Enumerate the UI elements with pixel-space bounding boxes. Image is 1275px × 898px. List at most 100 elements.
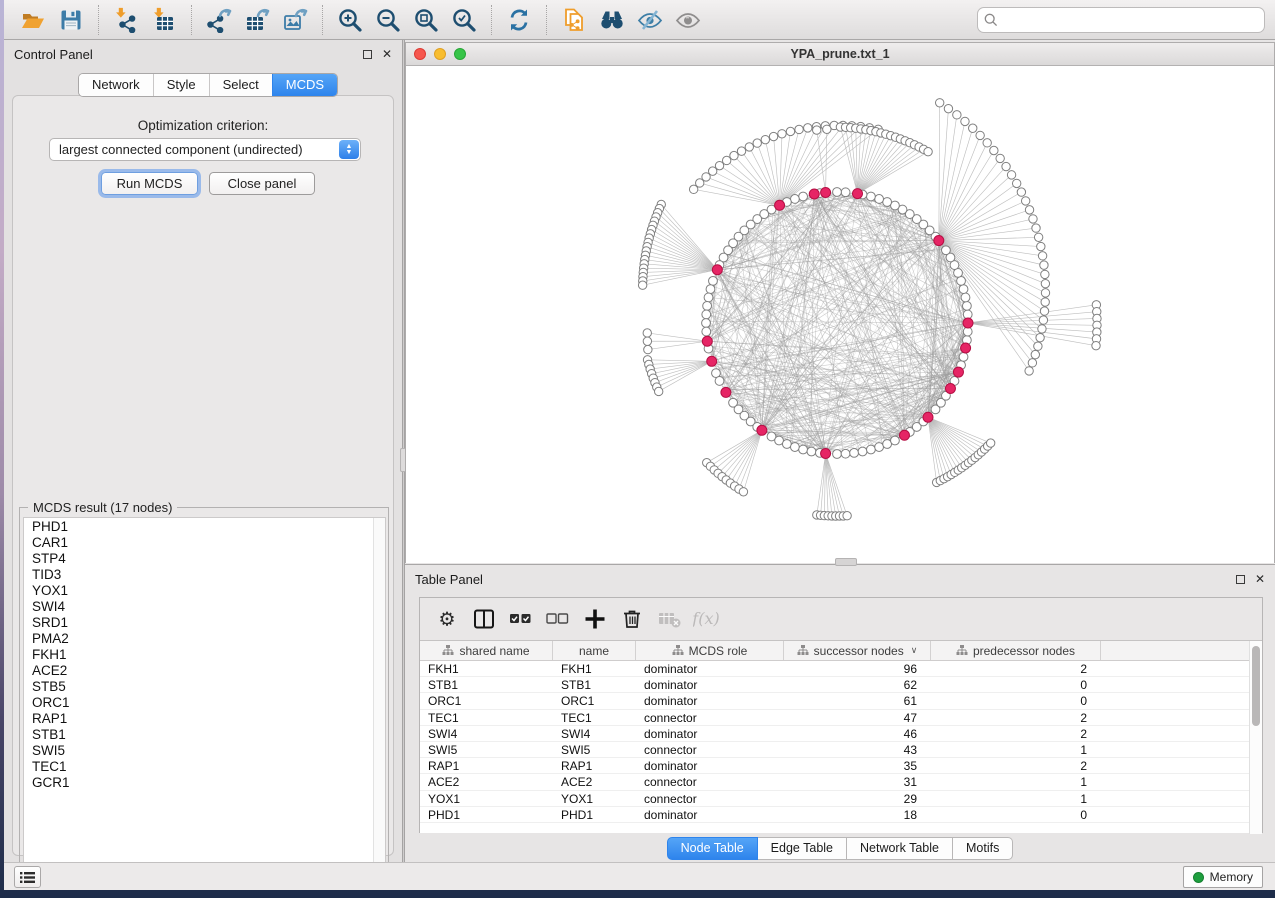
ring-node[interactable]: [957, 276, 966, 285]
leaf-node[interactable]: [983, 139, 991, 147]
float-table-panel-icon[interactable]: [1236, 575, 1245, 584]
mcds-hub-node[interactable]: [963, 318, 973, 328]
table-cell[interactable]: 96: [784, 661, 931, 676]
run-mcds-button[interactable]: Run MCDS: [101, 172, 198, 195]
open-folder-icon[interactable]: [14, 4, 52, 36]
mcds-result-item[interactable]: SWI4: [24, 598, 385, 614]
leaf-node[interactable]: [1012, 179, 1020, 187]
ring-node[interactable]: [807, 447, 816, 456]
leaf-node[interactable]: [638, 281, 646, 289]
table-cell[interactable]: FKH1: [420, 661, 553, 676]
table-row[interactable]: STB1STB1dominator620: [420, 677, 1262, 693]
table-cell[interactable]: PHD1: [553, 807, 636, 822]
leaf-node[interactable]: [996, 154, 1004, 162]
table-cell[interactable]: ACE2: [420, 774, 553, 789]
table-cell[interactable]: RAP1: [420, 758, 553, 773]
network-window-titlebar[interactable]: YPA_prune.txt_1: [406, 43, 1274, 66]
binoculars-icon[interactable]: [593, 4, 631, 36]
column-header-name[interactable]: name: [553, 641, 636, 660]
table-cell[interactable]: 18: [784, 807, 931, 822]
table-cell[interactable]: 43: [784, 742, 931, 757]
leaf-node[interactable]: [1029, 215, 1037, 223]
leaf-node[interactable]: [654, 387, 662, 395]
table-cell[interactable]: PHD1: [420, 807, 553, 822]
table-cell[interactable]: connector: [636, 791, 784, 806]
ring-node[interactable]: [833, 450, 842, 459]
table-cell[interactable]: 0: [931, 807, 1101, 822]
ring-node[interactable]: [790, 195, 799, 204]
leaf-node[interactable]: [1038, 325, 1046, 333]
ring-node[interactable]: [962, 302, 971, 311]
import-table-icon[interactable]: [145, 4, 183, 36]
deselect-all-icon[interactable]: [543, 604, 573, 634]
leaf-node[interactable]: [1038, 252, 1046, 260]
leaf-node[interactable]: [944, 104, 952, 112]
leaf-node[interactable]: [715, 161, 723, 169]
search-input[interactable]: [977, 7, 1265, 33]
table-cell[interactable]: 1: [931, 791, 1101, 806]
ring-node[interactable]: [704, 293, 713, 302]
leaf-node[interactable]: [1034, 342, 1042, 350]
mcds-result-item[interactable]: ACE2: [24, 662, 385, 678]
ring-node[interactable]: [858, 447, 867, 456]
leaf-node[interactable]: [1034, 233, 1042, 241]
table-cell[interactable]: dominator: [636, 693, 784, 708]
ring-node[interactable]: [715, 377, 724, 386]
tab-select[interactable]: Select: [209, 74, 272, 96]
table-cell[interactable]: RAP1: [553, 758, 636, 773]
leaf-node[interactable]: [644, 345, 652, 353]
ring-node[interactable]: [875, 195, 884, 204]
table-row[interactable]: YOX1YOX1connector291: [420, 791, 1262, 807]
mcds-hub-node[interactable]: [712, 265, 722, 275]
ring-node[interactable]: [703, 302, 712, 311]
tab-node-table[interactable]: Node Table: [667, 837, 758, 860]
mcds-hub-node[interactable]: [757, 425, 767, 435]
export-table-icon[interactable]: [238, 4, 276, 36]
leaf-node[interactable]: [1021, 197, 1029, 205]
table-cell[interactable]: 1: [931, 742, 1101, 757]
leaf-node[interactable]: [730, 151, 738, 159]
ring-node[interactable]: [850, 448, 859, 457]
leaf-node[interactable]: [761, 135, 769, 143]
table-cell[interactable]: YOX1: [553, 791, 636, 806]
leaf-node[interactable]: [1025, 206, 1033, 214]
mcds-hub-node[interactable]: [707, 356, 717, 366]
tab-style[interactable]: Style: [153, 74, 209, 96]
table-row[interactable]: FKH1FKH1dominator962: [420, 661, 1262, 677]
mcds-result-item[interactable]: ORC1: [24, 694, 385, 710]
table-cell[interactable]: ORC1: [553, 693, 636, 708]
table-cell[interactable]: ACE2: [553, 774, 636, 789]
mcds-hub-node[interactable]: [821, 187, 831, 197]
table-cell[interactable]: STB1: [420, 677, 553, 692]
ring-node[interactable]: [790, 443, 799, 452]
leaf-node[interactable]: [778, 130, 786, 138]
table-row[interactable]: ORC1ORC1dominator610: [420, 693, 1262, 709]
mcds-hub-node[interactable]: [852, 189, 862, 199]
table-cell[interactable]: TEC1: [553, 710, 636, 725]
leaf-node[interactable]: [986, 439, 994, 447]
mcds-hub-node[interactable]: [702, 336, 712, 346]
leaf-node[interactable]: [1040, 307, 1048, 315]
mcds-hub-node[interactable]: [775, 200, 785, 210]
leaf-node[interactable]: [1025, 367, 1033, 375]
ring-node[interactable]: [799, 192, 808, 201]
table-cell[interactable]: ORC1: [420, 693, 553, 708]
mcds-list-scrollbar[interactable]: [373, 518, 385, 875]
ring-node[interactable]: [709, 276, 718, 285]
leaf-node[interactable]: [1007, 171, 1015, 179]
leaf-node[interactable]: [804, 124, 812, 132]
ring-node[interactable]: [702, 319, 711, 328]
table-cell[interactable]: dominator: [636, 677, 784, 692]
mcds-hub-node[interactable]: [934, 236, 944, 246]
mcds-result-item[interactable]: TID3: [24, 566, 385, 582]
leaf-node[interactable]: [745, 143, 753, 151]
zoom-in-icon[interactable]: [331, 4, 369, 36]
close-panel-button[interactable]: Close panel: [209, 172, 315, 195]
mcds-result-item[interactable]: STB1: [24, 726, 385, 742]
ring-node[interactable]: [867, 192, 876, 201]
leaf-node[interactable]: [1017, 188, 1025, 196]
mcds-result-item[interactable]: RAP1: [24, 710, 385, 726]
table-cell[interactable]: connector: [636, 710, 784, 725]
ring-node[interactable]: [942, 246, 951, 255]
leaf-node[interactable]: [786, 127, 794, 135]
